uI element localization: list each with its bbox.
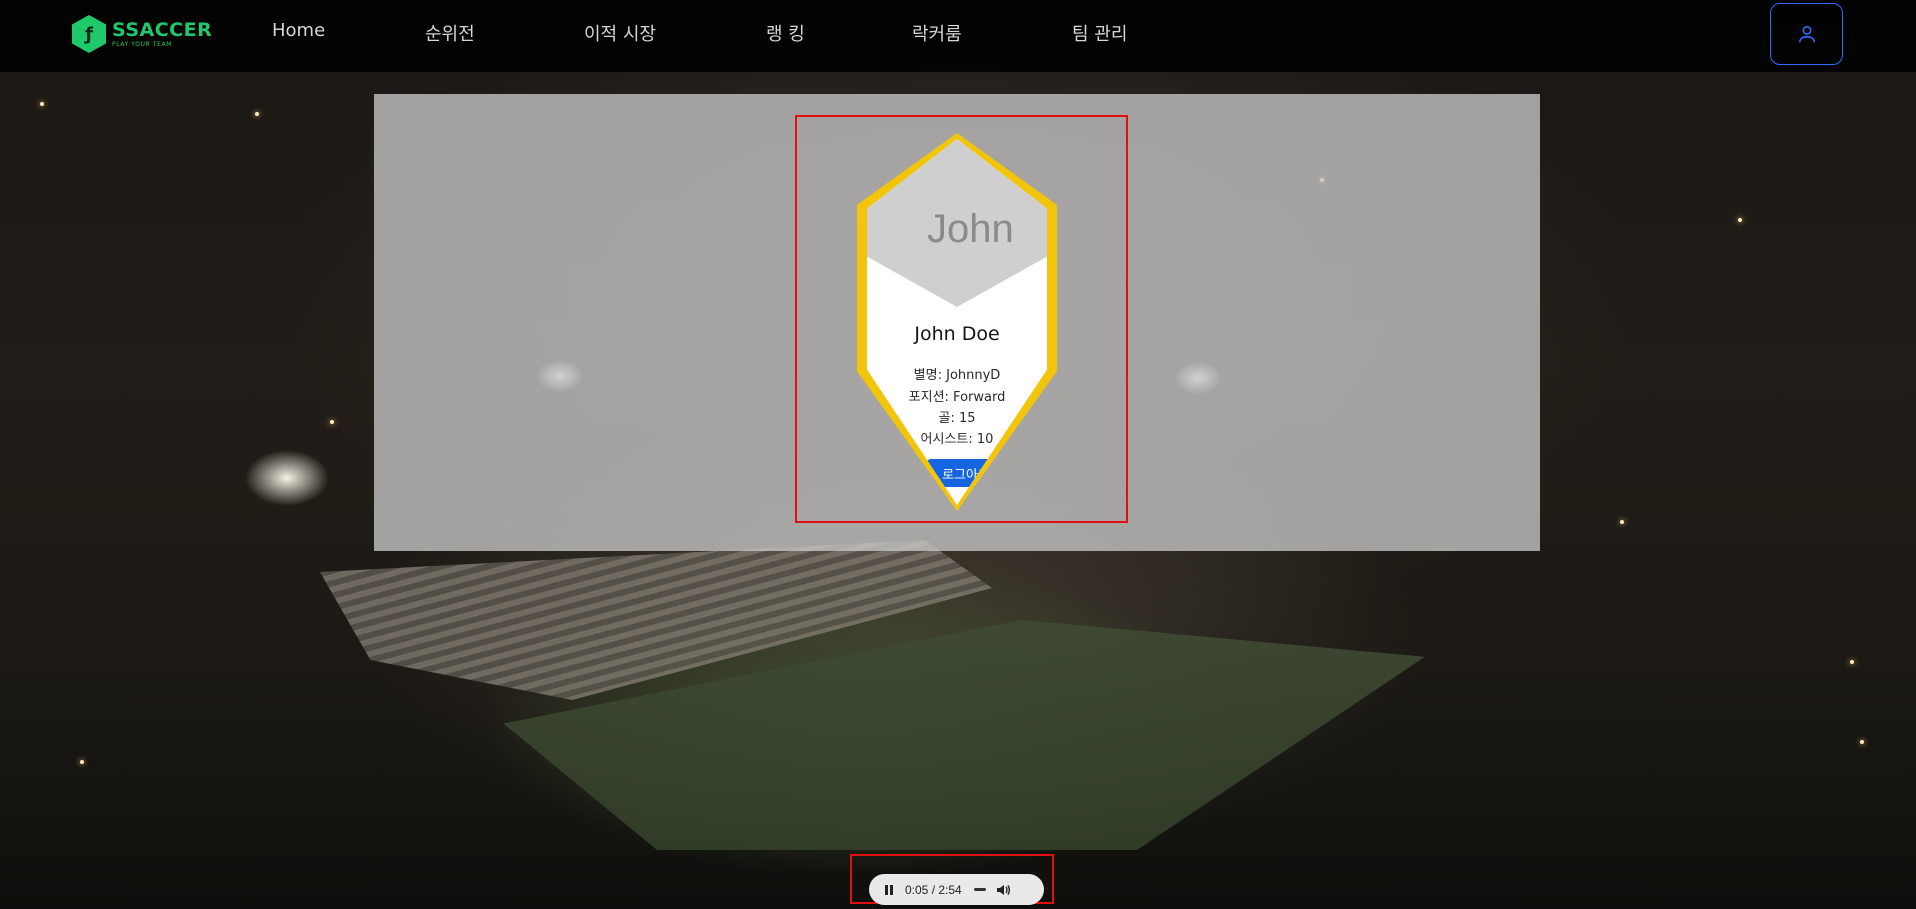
city-light xyxy=(80,760,84,764)
player-assists: 어시스트: 10 xyxy=(920,432,994,447)
player-card-body: John John Doe 별명: JohnnyD 포지션: Forward 골… xyxy=(867,139,1047,505)
video-controls: 0:05 / 2:54 xyxy=(869,874,1044,905)
city-light xyxy=(40,102,44,106)
player-photo: John xyxy=(867,139,1047,307)
city-light xyxy=(1850,660,1854,664)
nav-item-team-management[interactable]: 팀 관리 xyxy=(1072,20,1127,46)
player-card: John John Doe 별명: JohnnyD 포지션: Forward 골… xyxy=(857,133,1057,511)
player-nickname: 별명: JohnnyD xyxy=(913,368,1001,383)
city-light xyxy=(1738,218,1742,222)
nav-item-ranked-match[interactable]: 순위전 xyxy=(425,20,475,46)
player-position: 포지션: Forward xyxy=(908,390,1006,405)
user-icon xyxy=(1798,25,1815,43)
brand-slogan: PLAY YOUR TEAM xyxy=(112,40,172,48)
brand-mark-icon: ƒ xyxy=(72,15,106,53)
nav-item-home[interactable]: Home xyxy=(272,20,325,41)
city-light xyxy=(1620,520,1624,524)
pause-button[interactable] xyxy=(879,880,899,900)
city-light xyxy=(1860,740,1864,744)
top-navigation: ƒ SSACCER PLAY YOUR TEAM Home 순위전 이적 시장 … xyxy=(0,0,1916,72)
pause-icon xyxy=(885,884,893,895)
video-time: 0:05 / 2:54 xyxy=(905,882,962,897)
player-photo-placeholder: John xyxy=(927,207,1014,251)
city-light xyxy=(255,112,259,116)
nav-item-locker-room[interactable]: 락커룸 xyxy=(912,20,962,46)
volume-icon xyxy=(996,884,1010,895)
player-name: John Doe xyxy=(914,323,1000,345)
video-progress-bar[interactable] xyxy=(973,888,986,891)
city-light xyxy=(330,420,334,424)
nav-item-ranking[interactable]: 랭 킹 xyxy=(766,20,805,46)
brand-logo[interactable]: ƒ SSACCER PLAY YOUR TEAM xyxy=(72,14,212,54)
volume-button[interactable] xyxy=(994,881,1012,899)
nav-item-transfer-market[interactable]: 이적 시장 xyxy=(584,20,656,46)
user-account-button[interactable] xyxy=(1770,3,1843,65)
brand-text: SSACCER PLAY YOUR TEAM xyxy=(112,18,213,48)
brand-name: SSACCER xyxy=(112,18,213,41)
